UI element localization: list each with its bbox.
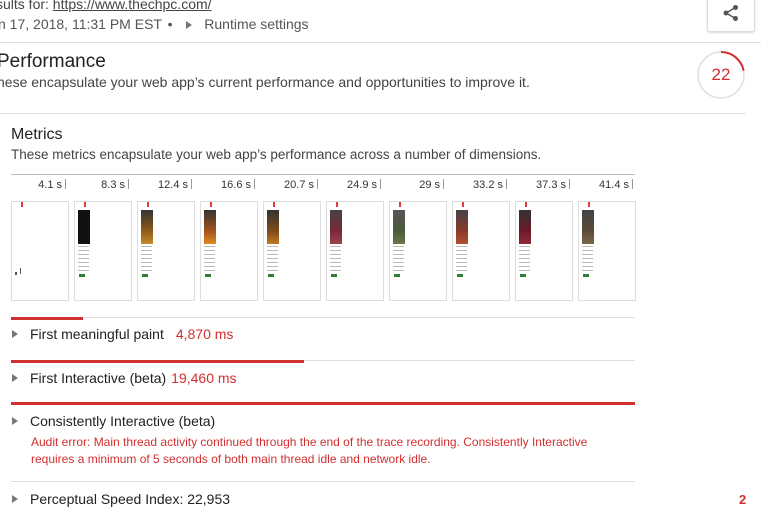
frame-thumbnail — [582, 210, 594, 244]
filmstrip-time: 24.9 s — [347, 179, 377, 191]
filmstrip-tick — [632, 179, 633, 189]
filmstrip-frame — [326, 201, 384, 301]
filmstrip-axis — [11, 174, 635, 175]
filmstrip-frame — [515, 201, 573, 301]
frame-thumbnail — [204, 210, 216, 244]
filmstrip-time: 37.3 s — [536, 179, 566, 191]
frame-thumbnail — [330, 210, 342, 244]
frame-marker — [210, 202, 212, 207]
frame-thumbnail — [78, 210, 90, 244]
run-info-line: n 17, 2018, 11:31 PM EST • Runtime setti… — [0, 16, 309, 32]
audit-perceptual-speed-index[interactable]: Perceptual Speed Index: 22,953 — [12, 491, 230, 507]
performance-divider — [0, 113, 746, 114]
expand-triangle-icon[interactable] — [186, 20, 193, 29]
audit-label: Consistently Interactive (beta) — [30, 413, 216, 429]
filmstrip-frame — [74, 201, 132, 301]
share-icon — [723, 5, 738, 21]
frame-marker — [525, 202, 527, 207]
filmstrip-tick — [506, 179, 507, 189]
results-prefix: sults for: — [0, 0, 53, 12]
filmstrip-time: 20.7 s — [284, 179, 314, 191]
frame-marker — [84, 202, 86, 207]
audit-error-message: Audit error: Main thread activity contin… — [31, 435, 588, 466]
separator-dot: • — [167, 16, 173, 32]
frame-marker — [21, 202, 23, 207]
frame-marker — [588, 202, 590, 207]
expand-triangle-icon[interactable] — [12, 330, 18, 338]
performance-score: 22 — [711, 65, 731, 84]
audit-score: 2 — [739, 492, 747, 507]
metric-timeline-bar — [11, 402, 635, 405]
filmstrip-time: 33.2 s — [473, 179, 503, 191]
performance-description: hese encapsulate your web app’s current … — [0, 74, 530, 90]
header-divider — [0, 42, 761, 43]
audit-consistently-interactive[interactable]: Consistently Interactive (beta) — [12, 413, 215, 429]
filmstrip-frame — [11, 201, 69, 301]
audit-divider — [11, 481, 635, 482]
audit-label: First Interactive (beta) — [30, 370, 167, 386]
runtime-settings-toggle[interactable]: Runtime settings — [204, 16, 308, 32]
results-for-line: sults for: https://www.thechpc.com/ — [0, 0, 212, 12]
audit-value: 19,460 ms — [171, 370, 237, 386]
metrics-title: Metrics — [11, 126, 63, 143]
filmstrip-tick — [569, 179, 570, 189]
expand-triangle-icon[interactable] — [12, 495, 18, 503]
filmstrip-time: 29 s — [419, 179, 440, 191]
filmstrip-tick — [191, 179, 192, 189]
filmstrip-tick — [380, 179, 381, 189]
filmstrip-tick — [65, 179, 66, 189]
audit-value: 4,870 ms — [175, 326, 234, 342]
metrics-description: These metrics encapsulate your web app’s… — [11, 147, 542, 162]
filmstrip-frame — [200, 201, 258, 301]
frame-thumbnail — [267, 210, 279, 244]
frame-thumbnail — [393, 210, 405, 244]
filmstrip-frame — [137, 201, 195, 301]
audit-first-interactive[interactable]: First Interactive (beta) 19,460 ms — [12, 370, 237, 386]
filmstrip-time: 8.3 s — [101, 179, 125, 191]
frame-marker — [462, 202, 464, 207]
filmstrip-tick — [128, 179, 129, 189]
filmstrip-time: 16.6 s — [221, 179, 251, 191]
filmstrip-time: 41.4 s — [599, 179, 629, 191]
expand-triangle-icon[interactable] — [12, 374, 18, 382]
filmstrip-tick — [443, 179, 444, 189]
metric-timeline-bar — [11, 317, 83, 320]
filmstrip-frame — [389, 201, 447, 301]
filmstrip-time: 4.1 s — [38, 179, 62, 191]
frame-thumbnail — [141, 210, 153, 244]
filmstrip-frame — [452, 201, 510, 301]
frame-marker — [273, 202, 275, 207]
performance-title: Performance — [0, 51, 106, 72]
expand-triangle-icon[interactable] — [12, 417, 18, 425]
frame-thumbnail — [456, 210, 468, 244]
run-datetime: n 17, 2018, 11:31 PM EST — [0, 16, 162, 32]
audit-label: First meaningful paint — [30, 326, 164, 342]
frame-marker — [336, 202, 338, 207]
audit-label: Perceptual Speed Index: 22,953 — [30, 491, 231, 507]
filmstrip-time: 12.4 s — [158, 179, 188, 191]
filmstrip-tick — [254, 179, 255, 189]
audit-first-meaningful-paint[interactable]: First meaningful paint 4,870 ms — [12, 326, 233, 342]
frame-marker — [147, 202, 149, 207]
audit-divider — [11, 317, 635, 318]
filmstrip-frame — [263, 201, 321, 301]
frame-marker — [399, 202, 401, 207]
frame-thumbnail — [519, 210, 531, 244]
tested-url-link[interactable]: https://www.thechpc.com/ — [53, 0, 212, 12]
share-button[interactable] — [707, 0, 755, 32]
filmstrip-tick — [317, 179, 318, 189]
filmstrip-frame — [578, 201, 636, 301]
metric-timeline-bar — [11, 360, 304, 363]
